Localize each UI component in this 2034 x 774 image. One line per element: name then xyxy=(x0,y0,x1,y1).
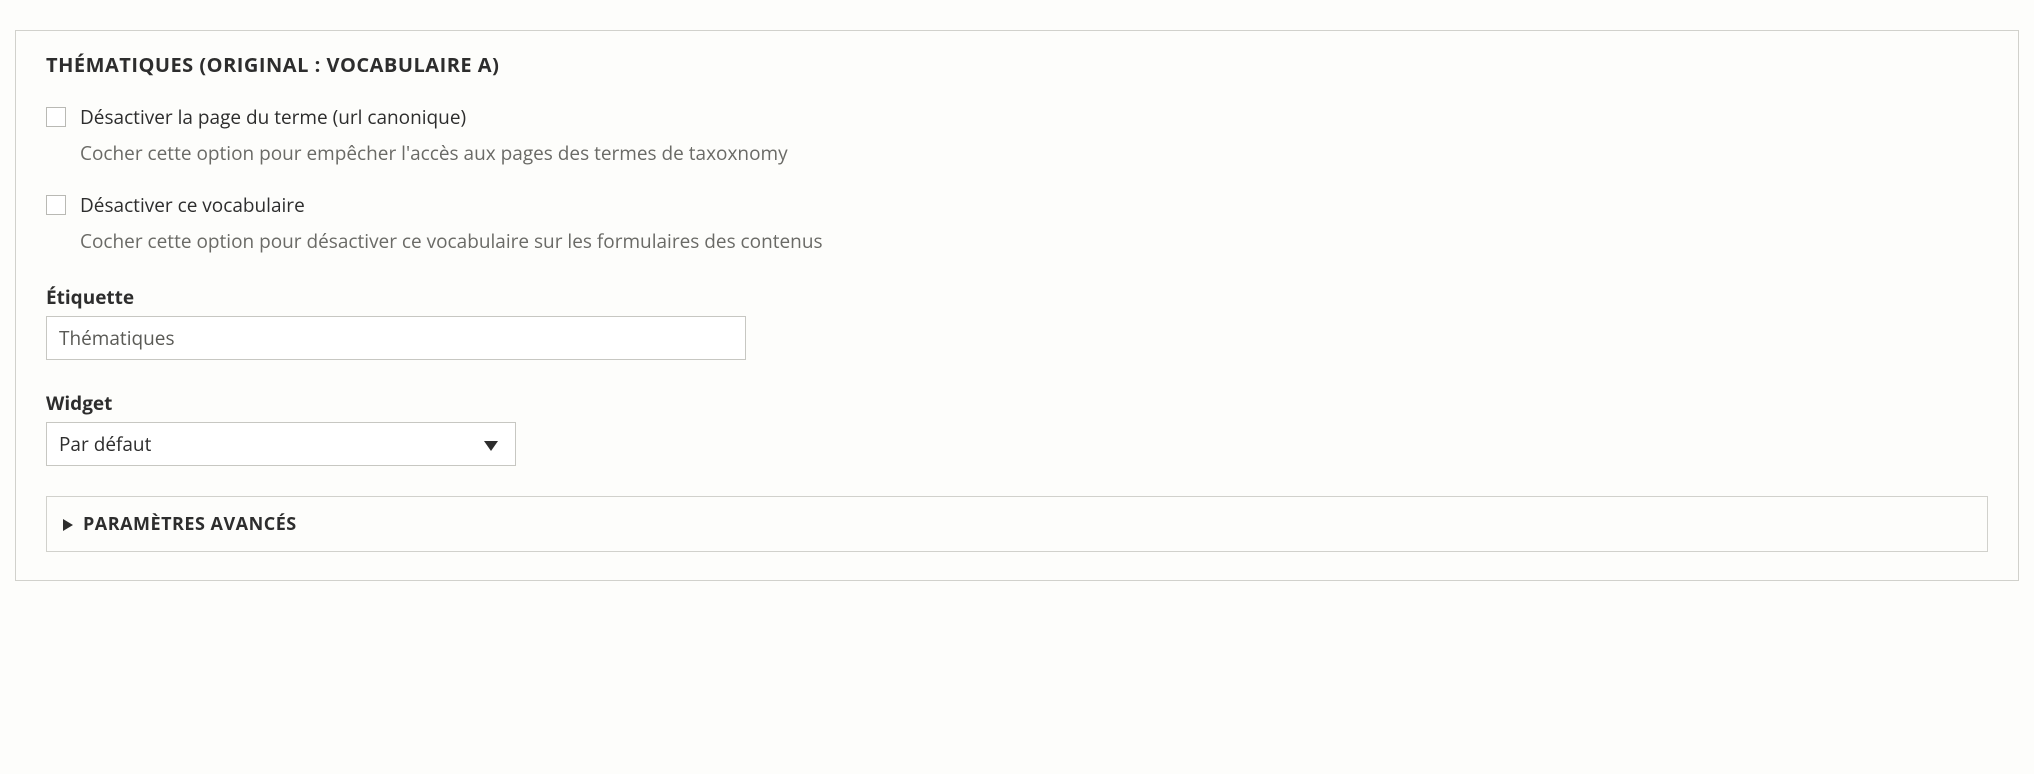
disable-vocabulary-checkbox[interactable] xyxy=(46,195,66,215)
caret-right-icon xyxy=(63,511,73,537)
disable-term-page-checkbox[interactable] xyxy=(46,107,66,127)
advanced-settings-title: PARAMÈTRES AVANCÉS xyxy=(83,512,297,536)
etiquette-label: Étiquette xyxy=(46,284,1988,310)
option-disable-vocabulary: Désactiver ce vocabulaire Cocher cette o… xyxy=(46,192,1988,254)
panel-title: THÉMATIQUES (ORIGINAL : VOCABULAIRE A) xyxy=(46,51,1988,78)
etiquette-input[interactable] xyxy=(46,316,746,360)
widget-label: Widget xyxy=(46,390,1988,416)
disable-vocabulary-label[interactable]: Désactiver ce vocabulaire xyxy=(80,192,305,218)
advanced-settings-toggle[interactable]: PARAMÈTRES AVANCÉS xyxy=(46,496,1988,552)
widget-select[interactable]: Par défaut xyxy=(46,422,516,466)
disable-term-page-help: Cocher cette option pour empêcher l'accè… xyxy=(80,140,1988,166)
etiquette-field: Étiquette xyxy=(46,284,1988,360)
thematiques-panel: THÉMATIQUES (ORIGINAL : VOCABULAIRE A) D… xyxy=(15,30,2019,581)
disable-vocabulary-help: Cocher cette option pour désactiver ce v… xyxy=(80,228,1988,254)
disable-term-page-label[interactable]: Désactiver la page du terme (url canoniq… xyxy=(80,104,466,130)
option-disable-term-page: Désactiver la page du terme (url canoniq… xyxy=(46,104,1988,166)
widget-field: Widget Par défaut xyxy=(46,390,1988,466)
